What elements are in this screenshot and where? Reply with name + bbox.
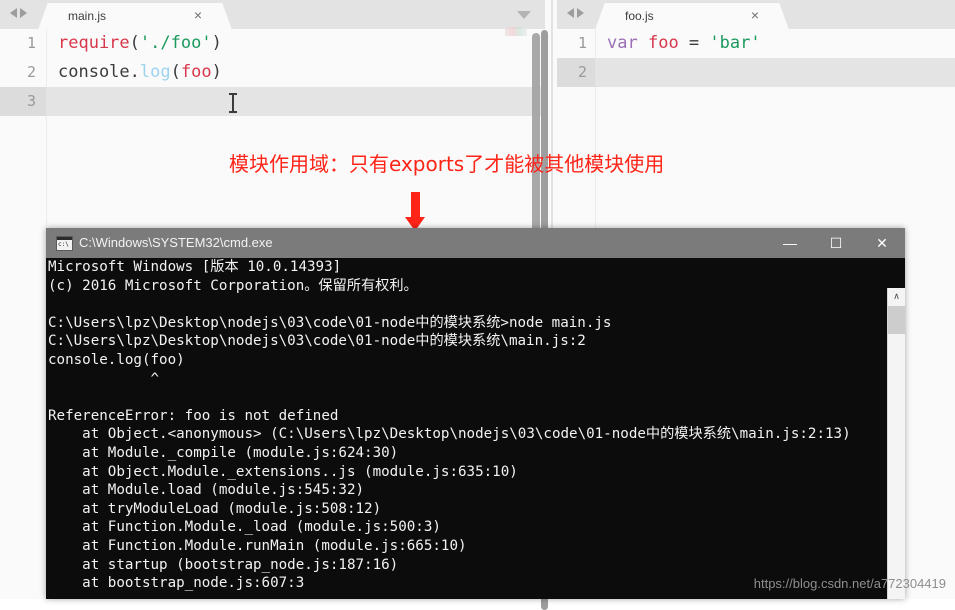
arrow-down-icon <box>405 192 425 231</box>
code-token: var <box>607 33 638 53</box>
cmd-titlebar[interactable]: c:\ C:\Windows\SYSTEM32\cmd.exe — ☐ ✕ <box>46 228 905 258</box>
code-token: = <box>678 33 710 53</box>
chevron-down-icon[interactable] <box>517 11 531 19</box>
paint-artifact <box>505 27 527 36</box>
cmd-line <box>48 295 883 314</box>
console-icon-glyph: c:\ <box>58 241 69 248</box>
watermark: https://blog.csdn.net/a772304419 <box>753 576 946 591</box>
code-line[interactable]: 2 console.log(foo) <box>0 58 545 87</box>
editor-scrollbar-left[interactable] <box>532 33 540 233</box>
code-token: require <box>58 33 130 53</box>
close-icon[interactable]: × <box>751 7 759 23</box>
tab-foo-js[interactable]: foo.js × <box>609 3 775 29</box>
code-token: foo <box>180 62 212 82</box>
code-token: console. <box>58 62 140 82</box>
code-line[interactable]: 2 <box>557 58 955 87</box>
tab-main-js[interactable]: main.js × <box>52 3 218 29</box>
code-token: 'bar' <box>709 33 761 53</box>
arrow-left-icon[interactable] <box>567 8 574 18</box>
tab-nav-arrows-right[interactable] <box>567 8 584 18</box>
cmd-line: C:\Users\lpz\Desktop\nodejs\03\code\01-n… <box>48 314 612 331</box>
cmd-line: at Module._compile (module.js:624:30) <box>48 444 399 461</box>
console-icon: c:\ <box>56 236 73 251</box>
minimize-button[interactable]: — <box>767 228 813 258</box>
cmd-line: C:\Users\lpz\Desktop\nodejs\03\code\01-n… <box>48 333 586 350</box>
cmd-line: at Module.load (module.js:545:32) <box>48 482 365 499</box>
cmd-line: at startup (bootstrap_node.js:187:16) <box>48 556 399 573</box>
code-token: ) <box>211 33 222 53</box>
tabbar-right: foo.js × <box>557 0 955 30</box>
cmd-line: console.log(foo) <box>48 351 185 368</box>
annotation-text: 模块作用域：只有exports了才能被其他模块使用 <box>229 152 665 176</box>
code-lines[interactable]: 1 var foo = 'bar' 2 <box>557 29 955 87</box>
line-number: 1 <box>26 34 36 52</box>
cmd-line: ^ <box>48 370 160 387</box>
code-token: ) <box>211 62 222 82</box>
maximize-button[interactable]: ☐ <box>813 228 859 258</box>
line-number: 2 <box>577 63 587 81</box>
close-button[interactable]: ✕ <box>859 228 905 258</box>
text-cursor-icon <box>229 93 237 113</box>
arrow-right-icon[interactable] <box>20 8 27 18</box>
cmd-line <box>48 388 883 407</box>
line-number: 3 <box>26 92 36 110</box>
scroll-up-icon[interactable]: ∧ <box>888 288 905 305</box>
tabbar-left: main.js × <box>0 0 545 30</box>
code-text: console.log(foo) <box>58 58 222 87</box>
cmd-line: at tryModuleLoad (module.js:508:12) <box>48 500 382 517</box>
close-icon[interactable]: × <box>194 7 202 23</box>
arrow-right-icon[interactable] <box>577 8 584 18</box>
code-line[interactable]: 1 var foo = 'bar' <box>557 29 955 58</box>
cmd-scrollbar[interactable]: ∧ <box>887 288 905 599</box>
code-token: log <box>139 62 171 82</box>
code-token: './foo' <box>139 33 212 53</box>
tab-nav-arrows[interactable] <box>10 8 27 18</box>
cmd-line: at Function.Module.runMain (module.js:66… <box>48 537 467 554</box>
cmd-line: at Function.Module._load (module.js:500:… <box>48 519 441 536</box>
code-token: ( <box>129 33 140 53</box>
cmd-line <box>48 593 883 599</box>
cmd-line: Microsoft Windows [版本 10.0.14393] <box>48 259 342 275</box>
cmd-line: ReferenceError: foo is not defined <box>48 407 339 424</box>
cmd-output-text: Microsoft Windows [版本 10.0.14393] (c) 201… <box>48 258 883 599</box>
code-line[interactable]: 3 <box>0 87 545 116</box>
cmd-line: (c) 2016 Microsoft Corporation。保留所有权利。 <box>48 277 418 294</box>
code-token: foo <box>647 33 679 53</box>
code-line[interactable]: 1 require('./foo') <box>0 29 545 58</box>
tab-label: main.js <box>68 9 107 23</box>
cmd-output-area[interactable]: Microsoft Windows [版本 10.0.14393] (c) 201… <box>46 258 905 599</box>
cmd-title: C:\Windows\SYSTEM32\cmd.exe <box>79 235 273 250</box>
scrollbar-thumb[interactable] <box>888 306 905 334</box>
code-lines[interactable]: 1 require('./foo') 2 console.log(foo) 3 <box>0 29 545 116</box>
line-number: 1 <box>577 34 587 52</box>
cmd-window[interactable]: c:\ C:\Windows\SYSTEM32\cmd.exe — ☐ ✕ Mi… <box>46 228 905 599</box>
code-text: require('./foo') <box>58 29 222 58</box>
arrow-left-icon[interactable] <box>10 8 17 18</box>
cmd-line: at Object.Module._extensions..js (module… <box>48 463 518 480</box>
line-number: 2 <box>26 63 36 81</box>
tab-label: foo.js <box>625 9 654 23</box>
cmd-line: at Object.<anonymous> (C:\Users\lpz\Desk… <box>48 426 851 443</box>
code-text: var foo = 'bar' <box>607 29 761 58</box>
code-token: ( <box>170 62 181 82</box>
